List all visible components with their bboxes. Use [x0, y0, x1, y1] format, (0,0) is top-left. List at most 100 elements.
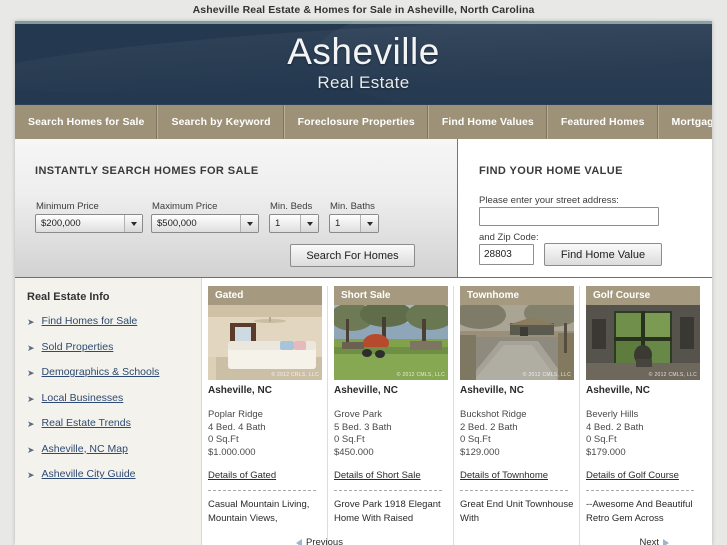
- content-area: Real Estate Info ➤ Find Homes for Sale ➤…: [15, 278, 712, 545]
- sidebar-item-local-businesses[interactable]: ➤ Local Businesses: [27, 392, 201, 405]
- street-address-input[interactable]: [479, 207, 659, 226]
- street-address-label: Please enter your street address:: [479, 195, 619, 206]
- logo-main-text: Asheville: [287, 31, 440, 72]
- next-page-button[interactable]: Next: [639, 537, 669, 545]
- listing-price: $1.000.000: [208, 446, 256, 458]
- listing-badge: Townhome: [460, 286, 574, 305]
- card-divider: [327, 286, 328, 545]
- nav-item-search-homes-for-sale[interactable]: Search Homes for Sale: [15, 105, 159, 139]
- listing-divider: [460, 490, 568, 491]
- min-beds-label: Min. Beds: [270, 201, 313, 212]
- sidebar-link-label[interactable]: Find Homes for Sale: [42, 315, 138, 327]
- card-divider: [579, 286, 580, 545]
- sidebar-item-asheville-city-guide[interactable]: ➤ Asheville City Guide: [27, 468, 201, 481]
- listing-description: Casual Mountain Living, Mountain Views,: [208, 499, 310, 524]
- previous-page-button[interactable]: Previous: [296, 537, 343, 545]
- listing-sqft: 0 Sq.Ft: [334, 434, 365, 445]
- listing-photo[interactable]: © 2012 CMLS, LLC: [460, 305, 574, 380]
- listing-photo-watermark: © 2012 CMLS, LLC: [396, 372, 445, 378]
- sidebar-item-sold-properties[interactable]: ➤ Sold Properties: [27, 341, 201, 354]
- listing-card[interactable]: Gated © 2012 CRLS, LLC Asheville, NC Pop…: [208, 286, 328, 545]
- listing-photo-watermark: © 2012 CMLS, LLC: [648, 372, 697, 378]
- listing-divider: [334, 490, 442, 491]
- min-baths-value: 1: [335, 218, 341, 229]
- listing-description: --Awesome And Beautiful Retro Gem Across: [586, 499, 693, 524]
- listing-city: Asheville, NC: [208, 385, 272, 396]
- min-baths-select[interactable]: 1: [329, 214, 379, 233]
- min-beds-select[interactable]: 1: [269, 214, 319, 233]
- arrow-right-icon: ➤: [27, 317, 35, 327]
- listing-description: Grove Park 1918 Elegant Home With Raised: [334, 499, 441, 524]
- instant-search-panel: INSTANTLY SEARCH HOMES FOR SALE Minimum …: [15, 139, 458, 277]
- nav-item-search-by-keyword[interactable]: Search by Keyword: [158, 105, 285, 139]
- zip-code-input[interactable]: [479, 244, 534, 265]
- listing-details-link[interactable]: Details of Short Sale: [334, 470, 421, 481]
- listing-price: $179.000: [586, 446, 626, 458]
- listing-photo[interactable]: © 2012 CMLS, LLC: [334, 305, 448, 380]
- chevron-down-icon: [360, 215, 378, 232]
- card-divider: [453, 286, 454, 545]
- listing-city: Asheville, NC: [460, 385, 524, 396]
- find-home-value-button[interactable]: Find Home Value: [544, 243, 662, 266]
- sidebar-item-asheville-nc-map[interactable]: ➤ Asheville, NC Map: [27, 443, 201, 456]
- arrow-right-icon: [663, 538, 669, 545]
- listing-photo[interactable]: © 2012 CRLS, LLC: [208, 305, 322, 380]
- sidebar-link-label[interactable]: Sold Properties: [42, 341, 114, 353]
- sidebar-link-label[interactable]: Local Businesses: [42, 392, 124, 404]
- listing-price: $129.000: [460, 446, 500, 458]
- listing-photo[interactable]: © 2012 CMLS, LLC: [586, 305, 700, 380]
- min-beds-value: 1: [275, 218, 281, 229]
- listing-photo-watermark: © 2012 CRLS, LLC: [271, 372, 319, 378]
- arrow-right-icon: ➤: [27, 419, 35, 429]
- listing-subdivision: Grove Park: [334, 409, 383, 420]
- instant-search-heading: INSTANTLY SEARCH HOMES FOR SALE: [35, 165, 259, 177]
- sidebar-link-label[interactable]: Asheville City Guide: [42, 468, 136, 480]
- sidebar-link-label[interactable]: Asheville, NC Map: [42, 443, 128, 455]
- listing-city: Asheville, NC: [334, 385, 398, 396]
- sidebar-link-label[interactable]: Demographics & Schools: [42, 366, 160, 378]
- listing-sqft: 0 Sq.Ft: [460, 434, 491, 445]
- sidebar-link-label[interactable]: Real Estate Trends: [42, 417, 131, 429]
- nav-item-featured-homes[interactable]: Featured Homes: [548, 105, 659, 139]
- listings-pagination: Previous Next: [202, 534, 691, 545]
- listing-card[interactable]: Golf Course © 2012 CMLS, LLC Asheville, …: [586, 286, 700, 545]
- zip-code-label: and Zip Code:: [479, 232, 539, 243]
- search-for-homes-button[interactable]: Search For Homes: [290, 244, 415, 267]
- listing-badge: Short Sale: [334, 286, 448, 305]
- search-strip: INSTANTLY SEARCH HOMES FOR SALE Minimum …: [15, 139, 712, 278]
- max-price-label: Maximum Price: [152, 201, 218, 212]
- listing-description: Great End Unit Townhouse With: [460, 499, 574, 524]
- max-price-select[interactable]: $500,000: [151, 214, 259, 233]
- listing-sqft: 0 Sq.Ft: [586, 434, 617, 445]
- site-logo[interactable]: Asheville Real Estate: [15, 21, 712, 92]
- listing-details-link[interactable]: Details of Townhome: [460, 470, 548, 481]
- min-baths-label: Min. Baths: [330, 201, 375, 212]
- page-title: Asheville Real Estate & Homes for Sale i…: [192, 4, 535, 16]
- nav-item-find-home-values[interactable]: Find Home Values: [429, 105, 548, 139]
- nav-item-mortgage-info[interactable]: Mortgage Info: [659, 105, 712, 139]
- listing-beds-baths: 2 Bed. 2 Bath: [460, 421, 518, 433]
- listing-card[interactable]: Townhome © 2012 CMLS, LLC Asheville, NC …: [460, 286, 580, 545]
- sidebar-item-real-estate-trends[interactable]: ➤ Real Estate Trends: [27, 417, 201, 430]
- main-navigation: Search Homes for Sale Search by Keyword …: [15, 104, 712, 139]
- chevron-down-icon: [124, 215, 142, 232]
- nav-item-foreclosure-properties[interactable]: Foreclosure Properties: [285, 105, 429, 139]
- previous-label: Previous: [306, 537, 343, 545]
- site-frame: Asheville Real Estate Search Homes for S…: [15, 21, 712, 545]
- chevron-down-icon: [300, 215, 318, 232]
- sidebar-item-find-homes-for-sale[interactable]: ➤ Find Homes for Sale: [27, 315, 201, 328]
- min-price-value: $200,000: [41, 218, 81, 229]
- listing-details-link[interactable]: Details of Golf Course: [586, 470, 679, 481]
- sidebar: Real Estate Info ➤ Find Homes for Sale ➤…: [15, 278, 202, 545]
- listing-card[interactable]: Short Sale © 2012 CMLS, LLC Asheville, N…: [334, 286, 454, 545]
- listing-city: Asheville, NC: [586, 385, 650, 396]
- min-price-select[interactable]: $200,000: [35, 214, 143, 233]
- sidebar-item-demographics-schools[interactable]: ➤ Demographics & Schools: [27, 366, 201, 379]
- max-price-value: $500,000: [157, 218, 197, 229]
- listing-details-link[interactable]: Details of Gated: [208, 470, 276, 481]
- listing-sqft: 0 Sq.Ft: [208, 434, 239, 445]
- listing-photo-watermark: © 2012 CMLS, LLC: [522, 372, 571, 378]
- arrow-right-icon: ➤: [27, 393, 35, 404]
- listing-price: $450.000: [334, 446, 374, 458]
- home-value-heading: FIND YOUR HOME VALUE: [479, 165, 623, 177]
